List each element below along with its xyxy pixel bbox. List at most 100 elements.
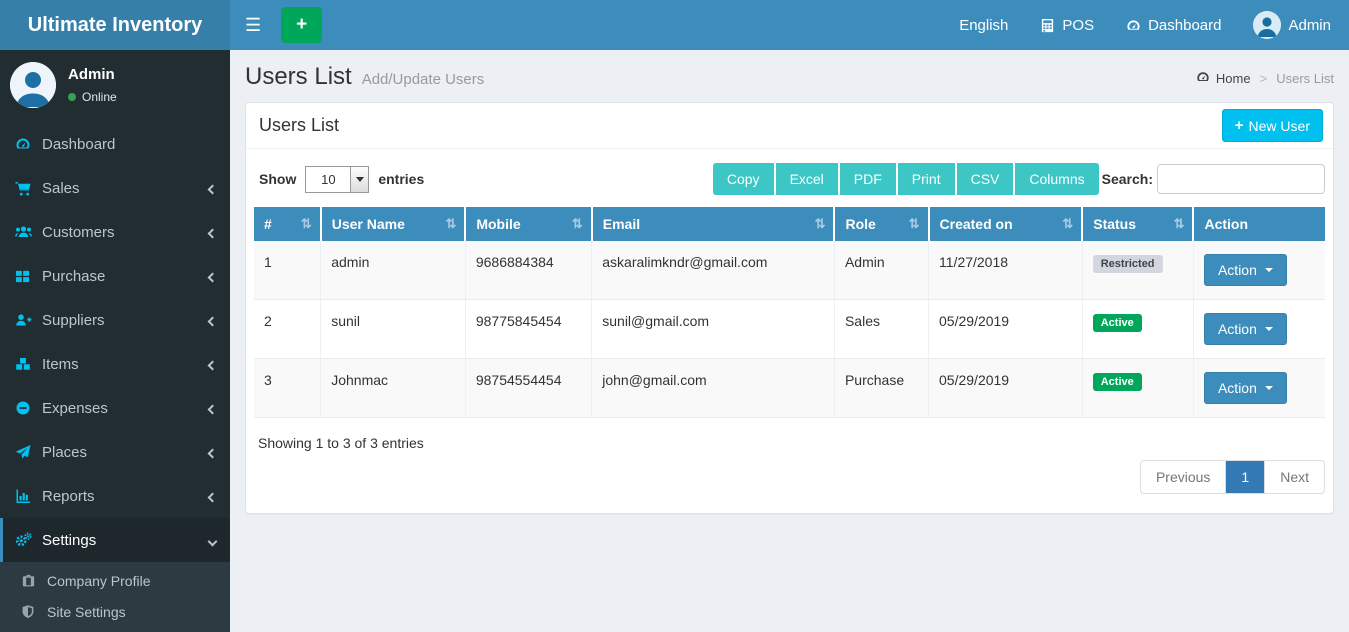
breadcrumb: Home > Users List <box>1196 70 1334 87</box>
panel-heading: Users List + New User <box>246 103 1333 149</box>
sidebar-menu: Dashboard Sales Customers Purchase <box>0 122 230 632</box>
settings-submenu: Company Profile Site Settings Tax List <box>0 562 230 632</box>
page-length-select[interactable]: 10 <box>305 166 369 193</box>
user-plus-icon <box>15 312 42 328</box>
chevron-left-icon <box>209 444 216 461</box>
print-button[interactable]: Print <box>898 163 957 195</box>
caret-down-icon <box>1265 327 1273 331</box>
chevron-left-icon <box>209 224 216 241</box>
breadcrumb-separator: > <box>1260 71 1268 86</box>
sort-icon: ⇅ <box>445 216 456 232</box>
plus-icon: + <box>1235 117 1244 134</box>
sidebar: Admin Online Dashboard Sales Customers <box>0 50 230 632</box>
sidebar-item-tax-list[interactable]: Tax List <box>0 627 230 632</box>
sidebar-item-sales[interactable]: Sales <box>0 166 230 210</box>
users-table-wrap: #⇅ User Name⇅ Mobile⇅ Email⇅ Role⇅ Creat… <box>246 207 1333 418</box>
sidebar-item-settings[interactable]: Settings <box>0 518 230 562</box>
sidebar-item-reports[interactable]: Reports <box>0 474 230 518</box>
sidebar-item-purchase[interactable]: Purchase <box>0 254 230 298</box>
hamburger-icon[interactable]: ☰ <box>230 0 276 50</box>
col-mobile[interactable]: Mobile⇅ <box>465 207 591 241</box>
nav-dashboard[interactable]: Dashboard <box>1126 17 1221 34</box>
sidebar-item-company-profile[interactable]: Company Profile <box>0 565 230 596</box>
columns-button[interactable]: Columns <box>1015 163 1098 195</box>
col-num[interactable]: #⇅ <box>254 207 321 241</box>
plus-icon: + <box>296 14 307 36</box>
gears-icon <box>15 532 42 548</box>
status-badge: Active <box>1093 373 1142 391</box>
top-navbar: Ultimate Inventory ☰ + English POS Dashb… <box>0 0 1349 50</box>
cell-email: askaralimkndr@gmail.com <box>592 241 835 300</box>
navbar-main: ☰ + English POS Dashboard <box>230 0 1349 50</box>
sort-icon: ⇅ <box>909 216 920 232</box>
cell-mobile: 9686884384 <box>465 241 591 300</box>
search-input[interactable] <box>1157 164 1325 194</box>
col-role[interactable]: Role⇅ <box>834 207 928 241</box>
cell-mobile: 98754554454 <box>465 359 591 418</box>
breadcrumb-home[interactable]: Home <box>1196 70 1251 87</box>
col-user-name[interactable]: User Name⇅ <box>321 207 466 241</box>
cell-num: 3 <box>254 359 321 418</box>
cell-created: 05/29/2019 <box>929 300 1083 359</box>
table-header-row: #⇅ User Name⇅ Mobile⇅ Email⇅ Role⇅ Creat… <box>254 207 1325 241</box>
action-button[interactable]: Action <box>1204 372 1287 404</box>
col-email[interactable]: Email⇅ <box>592 207 835 241</box>
bar-chart-icon <box>15 488 42 504</box>
sidebar-item-expenses[interactable]: Expenses <box>0 386 230 430</box>
nav-pos[interactable]: POS <box>1040 17 1094 34</box>
sort-icon: ⇅ <box>815 216 826 232</box>
sidebar-item-places[interactable]: Places <box>0 430 230 474</box>
status-badge: Active <box>1093 314 1142 332</box>
sidebar-user-panel: Admin Online <box>0 50 230 118</box>
minus-circle-icon <box>15 400 42 416</box>
cubes-icon <box>15 356 42 372</box>
next-page-button[interactable]: Next <box>1264 461 1324 493</box>
action-button[interactable]: Action <box>1204 254 1287 286</box>
users-list-panel: Users List + New User Show 10 entries Co… <box>245 102 1334 514</box>
nav-user[interactable]: Admin <box>1253 11 1331 39</box>
sidebar-item-customers[interactable]: Customers <box>0 210 230 254</box>
caret-down-icon <box>1265 386 1273 390</box>
col-created-on[interactable]: Created on⇅ <box>929 207 1083 241</box>
copy-button[interactable]: Copy <box>713 163 776 195</box>
briefcase-icon <box>21 573 47 588</box>
table-footer: Showing 1 to 3 of 3 entries Previous 1 N… <box>246 418 1333 513</box>
pagination: Previous 1 Next <box>1140 460 1325 494</box>
cell-num: 2 <box>254 300 321 359</box>
csv-button[interactable]: CSV <box>957 163 1016 195</box>
page-1-button[interactable]: 1 <box>1225 461 1264 493</box>
app-logo[interactable]: Ultimate Inventory <box>0 0 230 50</box>
excel-button[interactable]: Excel <box>776 163 840 195</box>
cell-email: sunil@gmail.com <box>592 300 835 359</box>
sidebar-item-items[interactable]: Items <box>0 342 230 386</box>
chevron-left-icon <box>209 488 216 505</box>
new-user-button[interactable]: + New User <box>1222 109 1323 142</box>
online-status-icon <box>68 93 76 101</box>
pdf-button[interactable]: PDF <box>840 163 898 195</box>
sidebar-item-site-settings[interactable]: Site Settings <box>0 596 230 627</box>
quick-add-button[interactable]: + <box>281 7 322 43</box>
nav-language[interactable]: English <box>959 17 1008 34</box>
action-button[interactable]: Action <box>1204 313 1287 345</box>
previous-page-button[interactable]: Previous <box>1141 461 1225 493</box>
chevron-down-icon <box>350 167 368 192</box>
calculator-icon <box>1040 18 1055 33</box>
cell-role: Purchase <box>834 359 928 418</box>
panel-title: Users List <box>256 115 339 136</box>
speedometer-icon <box>15 136 42 152</box>
table-row: 1 admin 9686884384 askaralimkndr@gmail.c… <box>254 241 1325 300</box>
sidebar-item-suppliers[interactable]: Suppliers <box>0 298 230 342</box>
status-badge: Restricted <box>1093 255 1163 273</box>
sidebar-user-status[interactable]: Online <box>68 90 117 104</box>
cell-created: 05/29/2019 <box>929 359 1083 418</box>
cell-user: Johnmac <box>321 359 466 418</box>
cart-icon <box>15 180 42 196</box>
sidebar-item-dashboard[interactable]: Dashboard <box>0 122 230 166</box>
cell-num: 1 <box>254 241 321 300</box>
caret-down-icon <box>1265 268 1273 272</box>
table-row: 3 Johnmac 98754554454 john@gmail.com Pur… <box>254 359 1325 418</box>
col-status[interactable]: Status⇅ <box>1082 207 1193 241</box>
grid-icon <box>15 269 42 284</box>
cell-role: Sales <box>834 300 928 359</box>
chevron-left-icon <box>209 180 216 197</box>
